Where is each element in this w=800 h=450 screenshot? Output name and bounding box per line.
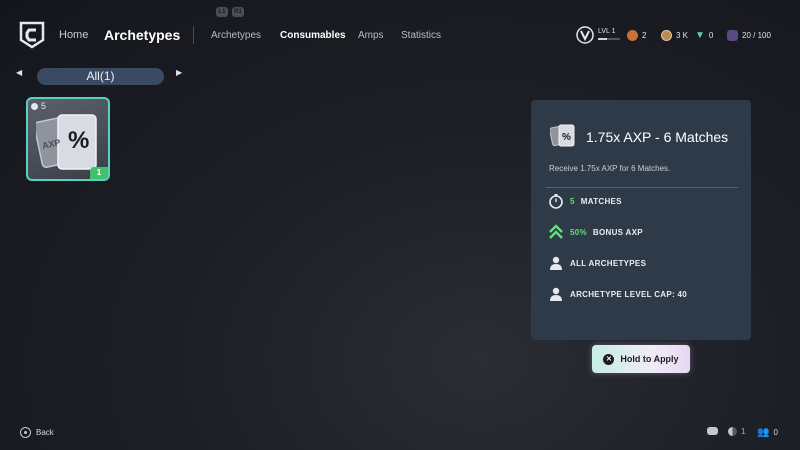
- online-indicator: 1: [728, 427, 745, 436]
- r1-button-hint-icon: R1: [232, 7, 244, 17]
- half-circle-icon: [728, 427, 737, 436]
- percent-symbol: %: [68, 127, 90, 154]
- tab-statistics[interactable]: Statistics: [401, 30, 441, 41]
- header-divider: [193, 26, 194, 44]
- controller-icon: [707, 427, 718, 435]
- back-label: Back: [36, 428, 54, 437]
- inventory-capacity: 20 / 100: [727, 30, 771, 41]
- back-button[interactable]: Back: [20, 427, 54, 438]
- coin-icon: [661, 30, 672, 41]
- detail-divider: [546, 187, 738, 188]
- matches-value: 5: [570, 196, 575, 206]
- axp-boost-icon: %: [550, 124, 575, 147]
- game-logo: [19, 21, 45, 49]
- level-cap-label: ARCHETYPE LEVEL CAP: 40: [570, 289, 687, 299]
- detail-title: 1.75x AXP - 6 Matches: [586, 129, 729, 145]
- tab-amps[interactable]: Amps: [358, 30, 384, 41]
- currency-c: ▼ 0: [695, 30, 713, 41]
- detail-row-bonus: 50% BONUS AXP: [548, 224, 643, 240]
- player-level: LVL 1: [598, 28, 616, 35]
- level-progress-bar: [598, 38, 620, 40]
- filter-next-arrow-icon[interactable]: ▶: [176, 68, 182, 77]
- svg-text:%: %: [562, 132, 571, 143]
- filter-selector[interactable]: All(1): [37, 68, 164, 85]
- circle-button-icon: [20, 427, 31, 438]
- l1-button-hint-icon: L1: [216, 7, 228, 17]
- currency-c-value: 0: [708, 31, 714, 40]
- page-title: Archetypes: [104, 27, 181, 43]
- double-chevron-up-icon: [549, 224, 563, 239]
- consumable-card[interactable]: 5 AXP % 1: [26, 97, 110, 181]
- detail-row-matches: 5 MATCHES: [548, 193, 622, 209]
- currency-a: 2: [627, 30, 646, 41]
- online-count: 1: [741, 427, 746, 436]
- archetypes-label: ALL ARCHETYPES: [570, 258, 647, 268]
- people-icon: 👥: [757, 427, 770, 438]
- detail-row-level-cap: ARCHETYPE LEVEL CAP: 40: [548, 286, 687, 302]
- timer-icon: [31, 102, 38, 110]
- currency-b-value: 3 K: [676, 31, 689, 40]
- card-count: 5: [31, 101, 46, 111]
- gem-icon: ▼: [695, 30, 705, 41]
- bonus-value: 50%: [570, 227, 587, 237]
- apply-label: Hold to Apply: [620, 354, 679, 364]
- quantity-badge: 1: [90, 167, 108, 179]
- currency-a-value: 2: [642, 31, 647, 40]
- person-icon: [550, 256, 562, 270]
- cross-button-icon: ✕: [603, 353, 615, 365]
- currency-b: 3 K: [661, 30, 688, 41]
- level-badge-icon: [576, 26, 594, 44]
- capacity-value: 20 / 100: [742, 31, 771, 40]
- bonus-label: BONUS AXP: [592, 227, 643, 237]
- tab-archetypes[interactable]: Archetypes: [211, 30, 261, 41]
- filter-prev-arrow-icon[interactable]: ◀: [16, 68, 22, 77]
- matches-label: MATCHES: [580, 196, 622, 206]
- party-indicator: 👥 0: [757, 427, 778, 438]
- person-icon: [550, 287, 562, 301]
- hold-to-apply-button[interactable]: ✕ Hold to Apply: [592, 345, 690, 373]
- tab-consumables[interactable]: Consumables: [280, 30, 346, 41]
- detail-description: Receive 1.75x AXP for 6 Matches.: [549, 164, 671, 173]
- chat-indicator: [707, 427, 718, 435]
- detail-row-archetypes: ALL ARCHETYPES: [548, 255, 646, 271]
- token-icon: [627, 30, 638, 41]
- nav-home[interactable]: Home: [59, 29, 88, 41]
- card-count-value: 5: [41, 101, 47, 111]
- inventory-icon: [727, 30, 738, 41]
- party-count: 0: [773, 428, 778, 437]
- stopwatch-icon: [549, 194, 563, 209]
